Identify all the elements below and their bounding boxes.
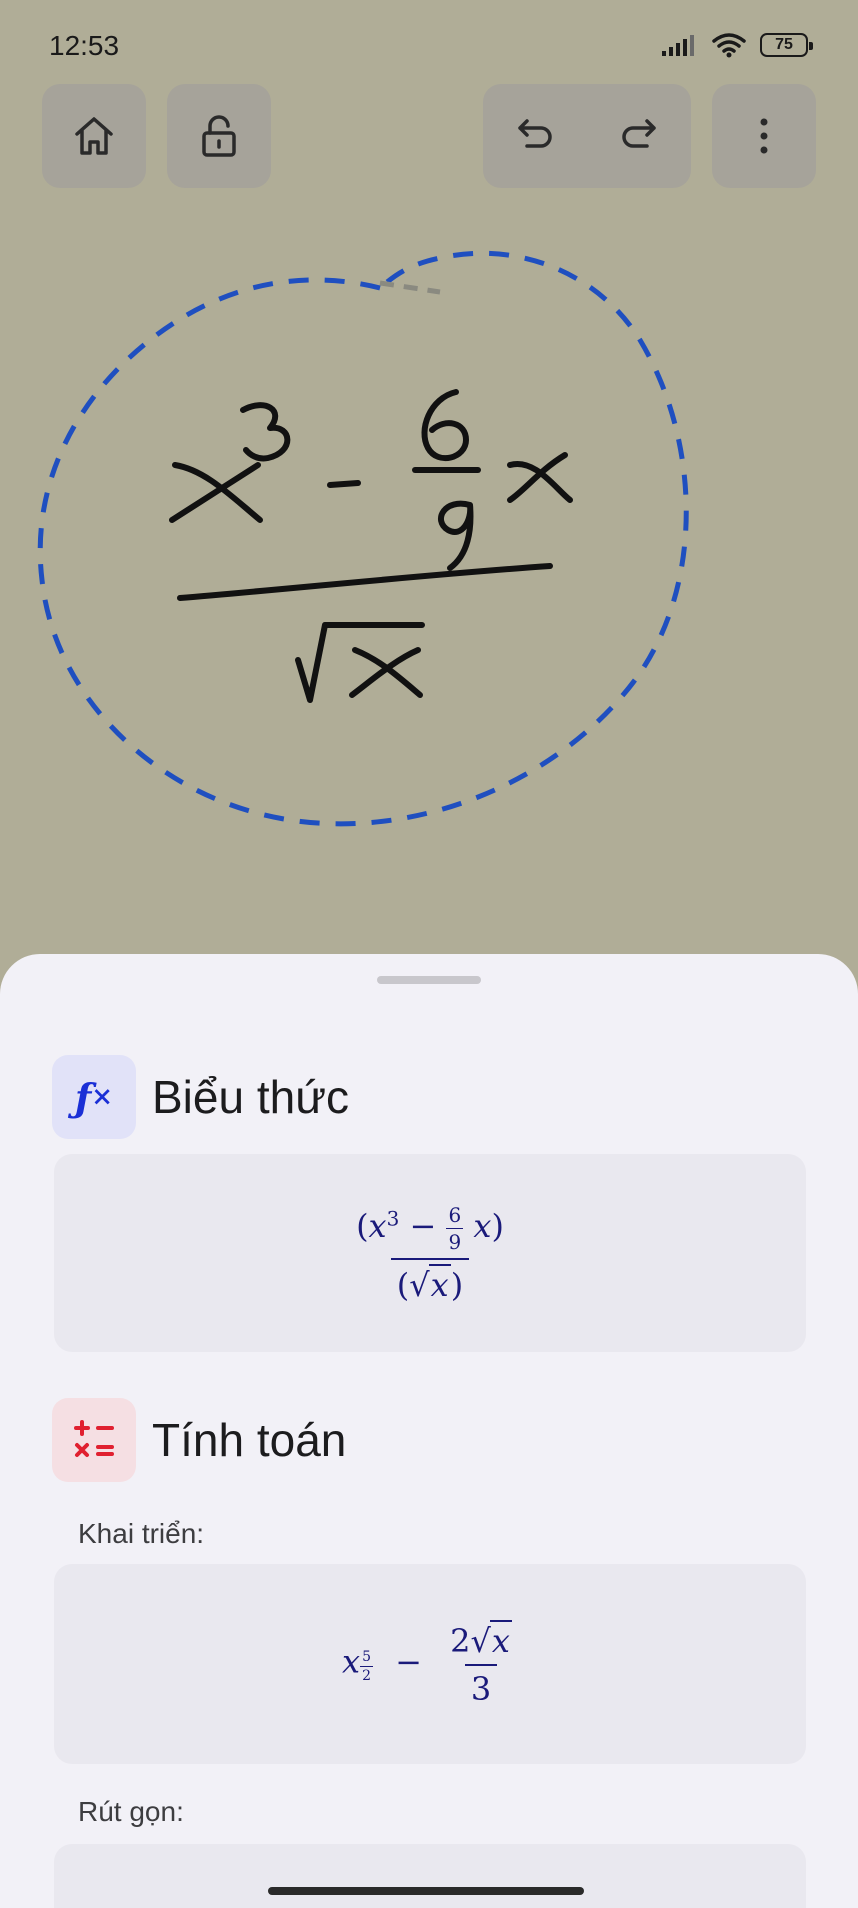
status-icons: 75 <box>662 32 813 58</box>
expand-result-math: x52 − 2√ x 3 <box>342 1620 512 1708</box>
battery-icon: 75 <box>760 33 813 57</box>
expression-section-title: Biểu thức <box>152 1071 350 1123</box>
simplify-label: Rút gọn: <box>78 1796 184 1827</box>
expand-label: Khai triển: <box>78 1518 205 1549</box>
lock-button[interactable] <box>167 84 271 188</box>
undo-redo-group <box>483 84 691 188</box>
undo-icon <box>518 118 552 148</box>
expression-math: (x3 − 69 x) (√ x) <box>356 1202 504 1304</box>
status-time: 12:53 <box>49 30 120 61</box>
calculation-section-title: Tính toán <box>152 1414 347 1466</box>
unlock-icon <box>202 115 236 157</box>
handwriting-canvas[interactable] <box>0 200 858 960</box>
function-icon: ƒ × <box>52 1055 136 1139</box>
home-button[interactable] <box>42 84 146 188</box>
home-icon <box>75 117 113 155</box>
more-vertical-icon <box>760 118 768 154</box>
results-sheet: ƒ × Biểu thức (x3 − 69 x) (√ x) Tính toán … <box>0 954 858 1908</box>
wifi-icon <box>712 33 746 58</box>
simplify-result-card[interactable] <box>54 1844 806 1908</box>
status-bar: 12:53 75 <box>0 0 858 80</box>
handwritten-expression <box>169 389 573 703</box>
sheet-drag-handle[interactable] <box>377 976 481 984</box>
expression-section-header: ƒ × Biểu thức <box>52 1055 349 1139</box>
redo-icon <box>622 118 656 148</box>
battery-level: 75 <box>775 36 793 53</box>
calculation-section-header: Tính toán <box>52 1398 346 1482</box>
calculator-icon <box>52 1398 136 1482</box>
undo-button[interactable] <box>515 117 555 156</box>
home-indicator[interactable] <box>268 1887 584 1895</box>
more-options-button[interactable] <box>712 84 816 188</box>
expression-card[interactable]: (x3 − 69 x) (√ x) <box>54 1154 806 1352</box>
expand-result-card[interactable]: x52 − 2√ x 3 <box>54 1564 806 1764</box>
lasso-handle[interactable] <box>379 280 441 295</box>
lasso-selection[interactable] <box>37 250 689 827</box>
signal-icon <box>662 35 694 56</box>
redo-button[interactable] <box>619 117 659 156</box>
